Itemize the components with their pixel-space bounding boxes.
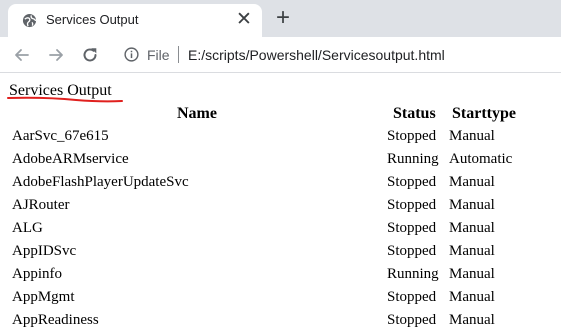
service-name-cell: AarSvc_67e615 <box>12 128 109 144</box>
page-content: Services Output Name Status Starttype Aa… <box>0 73 561 336</box>
service-name-cell: AppMgmt <box>12 289 75 305</box>
status-cell: Stopped <box>387 312 437 328</box>
column-header-name: Name <box>177 105 217 122</box>
status-cell: Running <box>387 151 439 167</box>
close-icon[interactable]: ✕ <box>235 10 253 29</box>
table-row: AdobeARMservice Running Automatic <box>0 151 561 174</box>
url-scheme-label: File <box>147 47 170 63</box>
service-name-cell: ALG <box>12 220 43 236</box>
starttype-cell: Manual <box>449 289 495 305</box>
starttype-cell: Manual <box>449 243 495 259</box>
service-name-cell: AdobeARMservice <box>12 151 129 167</box>
table-row: AarSvc_67e615 Stopped Manual <box>0 128 561 151</box>
table-row: AppMgmt Stopped Manual <box>0 289 561 312</box>
tab-title: Services Output <box>46 12 139 27</box>
status-cell: Stopped <box>387 243 437 259</box>
starttype-cell: Manual <box>449 128 495 144</box>
table-row: AdobeFlashPlayerUpdateSvc Stopped Manual <box>0 174 561 197</box>
tab-services-output[interactable]: Services Output ✕ <box>8 4 262 37</box>
starttype-cell: Manual <box>449 312 495 328</box>
column-header-status: Status <box>393 105 436 122</box>
table-row: AppReadiness Stopped Manual <box>0 312 561 335</box>
status-cell: Stopped <box>387 220 437 236</box>
service-name-cell: AdobeFlashPlayerUpdateSvc <box>12 174 189 190</box>
table-row: Appinfo Running Manual <box>0 266 561 289</box>
new-tab-button[interactable]: + <box>272 6 294 30</box>
reload-icon[interactable] <box>80 45 100 65</box>
status-cell: Stopped <box>387 197 437 213</box>
column-header-starttype: Starttype <box>452 105 516 122</box>
toolbar: File E:/scripts/Powershell/Servicesoutpu… <box>0 37 561 73</box>
table-row: AJRouter Stopped Manual <box>0 197 561 220</box>
back-arrow-icon[interactable] <box>12 45 32 65</box>
address-divider <box>178 46 179 63</box>
status-cell: Stopped <box>387 289 437 305</box>
service-name-cell: AppIDSvc <box>12 243 77 259</box>
service-name-cell: AJRouter <box>12 197 70 213</box>
status-cell: Running <box>387 266 439 282</box>
starttype-cell: Manual <box>449 197 495 213</box>
info-icon[interactable] <box>124 47 139 62</box>
table-row: ALG Stopped Manual <box>0 220 561 243</box>
service-name-cell: AppReadiness <box>12 312 99 328</box>
address-bar[interactable]: File E:/scripts/Powershell/Servicesoutpu… <box>112 41 561 68</box>
status-cell: Stopped <box>387 174 437 190</box>
table-row: AppIDSvc Stopped Manual <box>0 243 561 266</box>
starttype-cell: Manual <box>449 174 495 190</box>
globe-icon <box>22 13 37 28</box>
red-underline-annotation <box>7 96 123 103</box>
url-text[interactable]: E:/scripts/Powershell/Servicesoutput.htm… <box>188 47 445 63</box>
starttype-cell: Manual <box>449 266 495 282</box>
forward-arrow-icon[interactable] <box>46 45 66 65</box>
starttype-cell: Manual <box>449 220 495 236</box>
starttype-cell: Automatic <box>449 151 513 167</box>
tab-strip: Services Output ✕ + <box>0 0 561 37</box>
status-cell: Stopped <box>387 128 437 144</box>
service-name-cell: Appinfo <box>12 266 62 282</box>
services-table: AarSvc_67e615 Stopped Manual AdobeARMser… <box>0 128 561 335</box>
